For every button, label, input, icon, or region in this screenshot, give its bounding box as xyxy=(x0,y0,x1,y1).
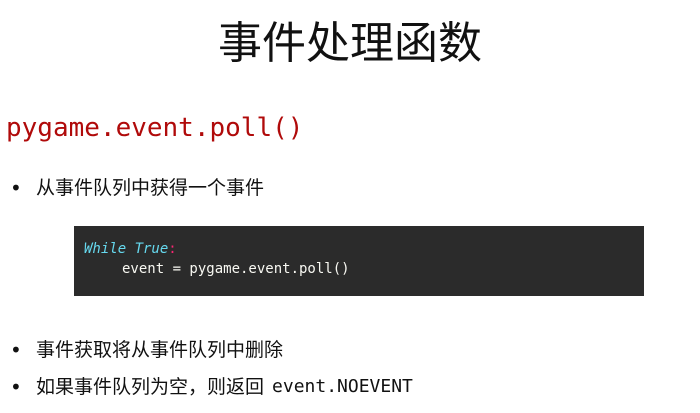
bullet-text: 从事件队列中获得一个事件 xyxy=(36,177,265,199)
code-statement: event = pygame.event.poll() xyxy=(122,261,350,277)
bullet-dot-icon: • xyxy=(10,176,22,200)
code-keyword: While True xyxy=(84,241,169,257)
code-line-1: While True: xyxy=(84,239,644,259)
code-block: While True: event = pygame.event.poll() xyxy=(74,226,644,296)
bullet-item: • 如果事件队列为空，则返回 event.NOEVENT xyxy=(10,372,413,402)
bullet-text: 事件获取将从事件队列中删除 xyxy=(36,339,284,361)
bullet-dot-icon: • xyxy=(10,338,22,362)
bullet-item: • 事件获取将从事件队列中删除 xyxy=(10,335,283,365)
bullet-text: 如果事件队列为空，则返回 xyxy=(36,376,265,398)
code-colon: : xyxy=(168,241,177,257)
function-signature-heading: pygame.event.poll() xyxy=(6,113,304,143)
code-line-2: event = pygame.event.poll() xyxy=(84,259,644,279)
bullet-dot-icon: • xyxy=(10,375,22,399)
bullet-item: • 从事件队列中获得一个事件 xyxy=(10,173,264,203)
bullet-inline-code: event.NOEVENT xyxy=(272,376,413,397)
slide-title: 事件处理函数 xyxy=(218,18,482,69)
